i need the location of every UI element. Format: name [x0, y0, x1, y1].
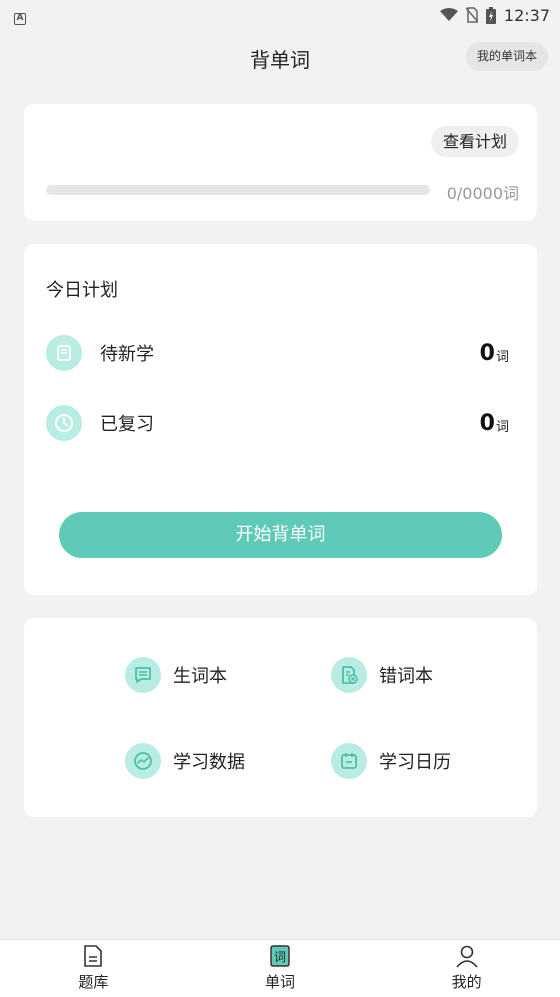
nav-label: 题库 — [78, 973, 109, 991]
progress-text: 0/0000词 — [446, 184, 519, 203]
tool-label: 学习数据 — [173, 752, 245, 773]
plan-row-label: 已复习 — [100, 414, 154, 435]
my-wordbook-button[interactable]: 我的单词本 — [465, 42, 548, 71]
progress-bar — [46, 185, 430, 195]
plan-row-count: 0 — [479, 340, 495, 366]
error-document-icon — [331, 657, 367, 693]
word-card-icon: 词 — [270, 945, 290, 967]
view-plan-button[interactable]: 查看计划 — [430, 126, 519, 157]
wifi-icon — [439, 8, 458, 21]
today-plan-card: 今日计划 待新学 0 词 已复习 0 词 开始背单词 — [24, 244, 537, 595]
start-learning-button[interactable]: 开始背单词 — [59, 512, 502, 558]
nav-label: 我的 — [451, 973, 482, 991]
plan-row-reviewed: 已复习 0 词 — [46, 405, 509, 441]
message-list-icon — [125, 657, 161, 693]
svg-text:词: 词 — [274, 950, 286, 964]
plan-row-new-words: 待新学 0 词 — [46, 335, 509, 371]
calendar-icon — [331, 743, 367, 779]
page-title: 背单词 — [250, 47, 310, 72]
header: 背单词 我的单词本 — [0, 30, 560, 86]
plan-title: 今日计划 — [46, 280, 118, 301]
progress-card: 查看计划 0/0000词 — [24, 104, 537, 221]
clock-icon — [46, 405, 82, 441]
study-data-button[interactable]: 学习数据 — [125, 743, 245, 779]
wrong-words-book-button[interactable]: 错词本 — [331, 657, 433, 693]
plan-row-count: 0 — [479, 410, 495, 436]
plan-row-unit: 词 — [495, 419, 509, 435]
no-sim-icon — [465, 7, 478, 23]
status-time: 12:37 — [503, 5, 550, 25]
document-icon — [84, 945, 103, 967]
tools-card: 生词本 错词本 学习数据 学习日历 — [24, 618, 537, 817]
nav-item-question-bank[interactable]: 题库 — [0, 940, 187, 997]
status-left: A — [14, 5, 26, 25]
bottom-nav: 题库 词 单词 我的 — [0, 939, 560, 997]
nav-item-words[interactable]: 词 单词 — [187, 940, 374, 997]
new-words-book-button[interactable]: 生词本 — [125, 657, 227, 693]
nav-label: 单词 — [265, 973, 296, 991]
chart-line-icon — [125, 743, 161, 779]
plan-row-label: 待新学 — [100, 344, 154, 365]
status-right: 12:37 — [439, 5, 550, 25]
user-icon — [456, 945, 478, 968]
nav-item-mine[interactable]: 我的 — [373, 940, 560, 997]
plan-row-unit: 词 — [495, 349, 509, 365]
notebook-icon — [46, 335, 82, 371]
tool-label: 错词本 — [379, 666, 433, 687]
study-calendar-button[interactable]: 学习日历 — [331, 743, 451, 779]
status-bar: A 12:37 — [0, 0, 560, 30]
battery-charging-icon — [485, 6, 496, 24]
tool-label: 学习日历 — [379, 752, 451, 773]
accessibility-app-icon: A — [14, 13, 26, 25]
tool-label: 生词本 — [173, 666, 227, 687]
